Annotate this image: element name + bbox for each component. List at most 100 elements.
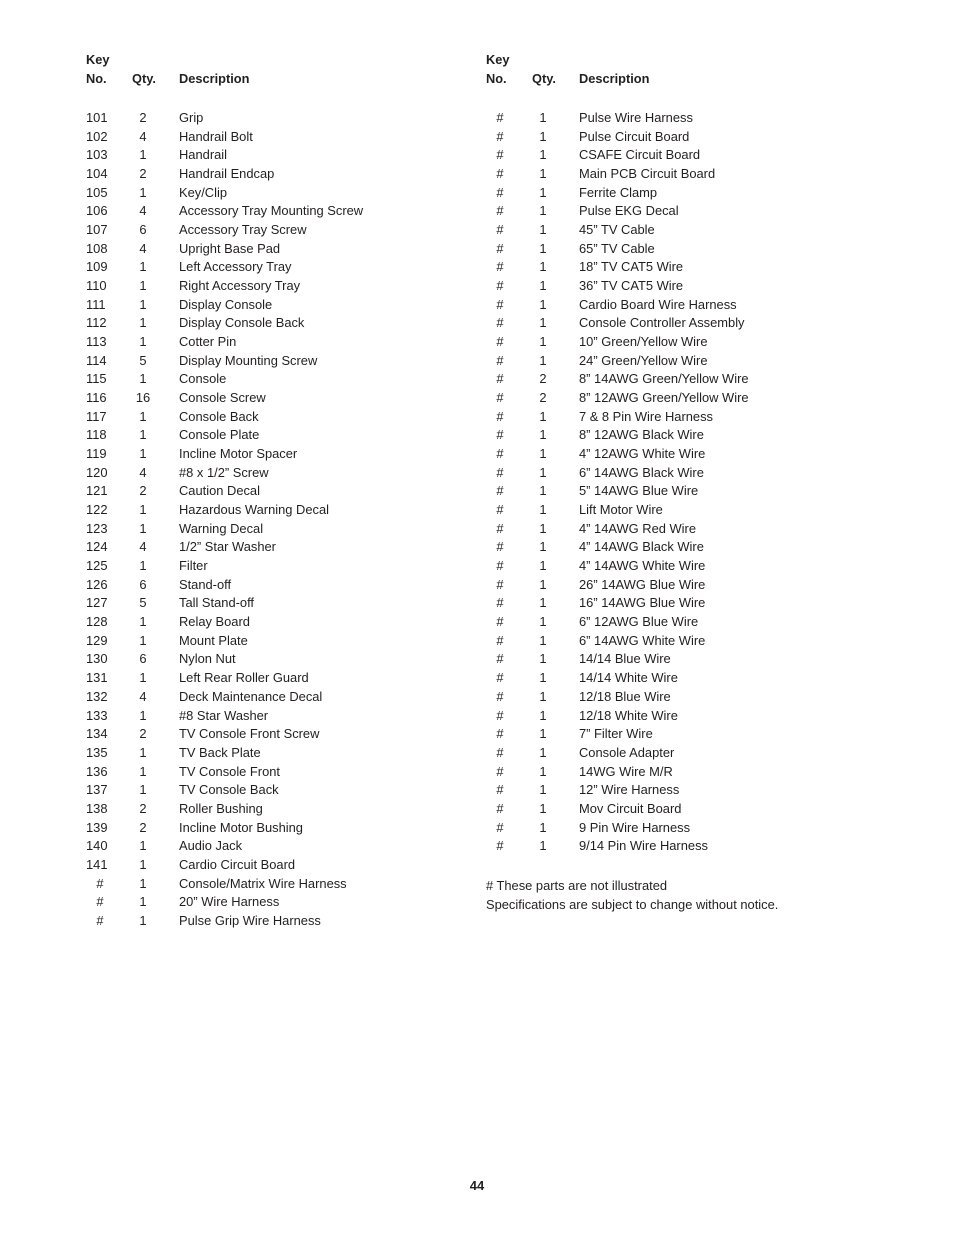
- cell-quantity: 1: [539, 464, 547, 480]
- cell-quantity: 1: [539, 782, 547, 798]
- footnote-specifications: Specifications are subject to change wit…: [486, 896, 779, 912]
- cell-key-number: #: [496, 595, 504, 611]
- table-row: #1 Pulse Grip Wire Harness: [86, 913, 486, 932]
- cell-quantity: 1: [539, 688, 547, 704]
- cell-quantity: 1: [139, 894, 147, 910]
- cell-description: 5” 14AWG Blue Wire: [579, 483, 699, 499]
- cell-description: Accessory Tray Screw: [179, 222, 307, 238]
- cell-description: 7” Filter Wire: [579, 726, 653, 742]
- table-row: 123 1 Warning Decal: [86, 521, 486, 540]
- table-row: 120 4 #8 x 1/2” Screw: [86, 465, 486, 484]
- cell-quantity: 2: [139, 110, 147, 125]
- cell-description: Audio Jack: [179, 838, 243, 854]
- cell-key-number: 113: [86, 334, 107, 350]
- cell-description: 20” Wire Harness: [179, 894, 280, 910]
- cell-quantity: 1: [539, 838, 547, 854]
- cell-description: Lift Motor Wire: [579, 502, 663, 518]
- table-row: #2 8” 14AWG Green/Yellow Wire: [486, 371, 886, 390]
- cell-description: TV Console Front Screw: [179, 726, 320, 742]
- table-row: 131 1 Left Rear Roller Guard: [86, 670, 486, 689]
- cell-description: Ferrite Clamp: [579, 184, 658, 200]
- header-key-label: Key: [86, 52, 110, 67]
- table-row: 129 1 Mount Plate: [86, 633, 486, 652]
- cell-key-number: #: [496, 744, 504, 760]
- cell-quantity: 1: [539, 334, 547, 350]
- header-description-label: Description: [179, 71, 250, 86]
- table-row: 104 2 Handrail Endcap: [86, 166, 486, 185]
- cell-quantity: 1: [539, 595, 547, 611]
- cell-quantity: 1: [539, 558, 547, 574]
- table-row: #1 7” Filter Wire: [486, 726, 886, 745]
- cell-description: Console Plate: [179, 427, 260, 443]
- cell-key-number: 118: [86, 427, 107, 443]
- page-number: 44: [469, 1178, 485, 1193]
- cell-description: Grip: [179, 110, 204, 125]
- cell-quantity: 1: [139, 315, 147, 331]
- table-row: 137 1 TV Console Back: [86, 782, 486, 801]
- cell-description: 8” 12AWG Green/Yellow Wire: [579, 390, 749, 406]
- cell-key-number: #: [496, 203, 504, 219]
- table-row: 132 4 Deck Maintenance Decal: [86, 689, 486, 708]
- cell-key-number: 129: [86, 632, 108, 648]
- cell-quantity: 2: [539, 390, 547, 406]
- cell-quantity: 1: [139, 371, 147, 387]
- cell-quantity: 1: [539, 184, 547, 200]
- cell-quantity: 1: [539, 819, 547, 835]
- cell-key-number: 116: [86, 390, 107, 406]
- table-row: #1 9 Pin Wire Harness: [486, 820, 886, 839]
- cell-key-number: 141: [86, 856, 108, 872]
- cell-key-number: 111: [86, 296, 106, 312]
- cell-key-number: #: [496, 184, 504, 200]
- cell-key-number: 125: [86, 558, 108, 574]
- cell-key-number: #: [496, 334, 504, 350]
- cell-key-number: 121: [86, 483, 108, 499]
- cell-description: Console: [179, 371, 227, 387]
- cell-key-number: 120: [86, 464, 108, 480]
- table-row: 105 1 Key/Clip: [86, 185, 486, 204]
- cell-key-number: 132: [86, 688, 108, 704]
- cell-key-number: 133: [86, 707, 108, 723]
- footnotes: # These parts are not illustrated Specif…: [486, 877, 778, 914]
- cell-key-number: #: [496, 651, 504, 667]
- table-row: 127 5 Tall Stand-off: [86, 595, 486, 614]
- table-row: 136 1 TV Console Front: [86, 764, 486, 783]
- cell-description: 14WG Wire M/R: [579, 763, 673, 779]
- cell-quantity: 1: [139, 856, 147, 872]
- cell-quantity: 1: [139, 707, 147, 723]
- table-row: #1 Main PCB Circuit Board: [486, 166, 886, 185]
- cell-key-number: #: [496, 147, 504, 163]
- cell-quantity: 1: [139, 614, 147, 630]
- cell-key-number: 108: [86, 240, 108, 256]
- cell-description: Handrail Endcap: [179, 166, 275, 182]
- cell-key-number: #: [496, 110, 504, 125]
- cell-description: 8” 14AWG Green/Yellow Wire: [579, 371, 749, 387]
- cell-quantity: 1: [539, 744, 547, 760]
- cell-description: Display Console Back: [179, 315, 305, 331]
- cell-description: CSAFE Circuit Board: [579, 147, 701, 163]
- cell-key-number: 140: [86, 838, 108, 854]
- cell-key-number: #: [496, 782, 504, 798]
- cell-description: 8” 12AWG Black Wire: [579, 427, 704, 443]
- table-row: #1 Pulse EKG Decal: [486, 203, 886, 222]
- cell-key-number: 126: [86, 576, 108, 592]
- cell-key-number: 110: [86, 278, 107, 294]
- cell-quantity: 1: [539, 147, 547, 163]
- cell-key-number: 131: [86, 670, 108, 686]
- cell-quantity: 1: [539, 110, 547, 125]
- cell-description: 16” 14AWG Blue Wire: [579, 595, 706, 611]
- cell-quantity: 2: [139, 166, 147, 182]
- cell-description: Left Accessory Tray: [179, 259, 292, 275]
- cell-description: 4” 12AWG White Wire: [579, 446, 706, 462]
- table-row: 140 1 Audio Jack: [86, 838, 486, 857]
- cell-key-number: #: [496, 278, 504, 294]
- cell-quantity: 1: [139, 147, 147, 163]
- cell-key-number: 122: [86, 502, 108, 518]
- cell-description: #8 x 1/2” Screw: [179, 464, 269, 480]
- cell-key-number: 115: [86, 371, 107, 387]
- cell-description: Cardio Circuit Board: [179, 856, 296, 872]
- table-row: 139 2 Incline Motor Bushing: [86, 820, 486, 839]
- cell-quantity: 5: [139, 595, 147, 611]
- table-row: 116 16 Console Screw: [86, 390, 486, 409]
- table-row: 138 2 Roller Bushing: [86, 801, 486, 820]
- table-row: 124 4 1/2” Star Washer: [86, 539, 486, 558]
